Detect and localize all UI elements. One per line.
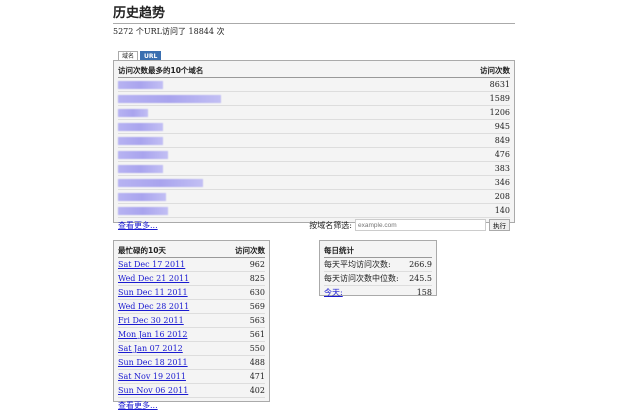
day-count: 962 xyxy=(249,260,265,269)
domain-count: 8631 xyxy=(489,80,510,89)
domain-row: 8631 xyxy=(118,78,510,92)
day-count: 569 xyxy=(249,302,265,311)
day-row: Mon Jan 16 2012 561 xyxy=(118,328,265,342)
busiest-days-panel: 最忙碌的10天 访问次数 Sat Dec 17 2011 962 Wed Dec 2… xyxy=(113,240,270,410)
domain-column-header: 访问次数最多的10个域名 xyxy=(118,65,204,75)
domain-count: 945 xyxy=(494,122,510,131)
day-link[interactable]: Fri Dec 30 2011 xyxy=(118,316,184,325)
domain-row: 140 xyxy=(118,204,510,218)
filter-label: 按域名筛选: xyxy=(309,220,352,230)
domain-link[interactable] xyxy=(118,122,163,131)
daily-stats-panel: 每日统计 每天平均访问次数: 266.9 每天访问次数中位数: 245.5 今天: 1… xyxy=(319,240,437,299)
top-domains-panel: 访问次数最多的10个域名 访问次数 8631 1589 1206 945 849 476 3… xyxy=(113,60,515,231)
domain-link[interactable] xyxy=(118,80,163,89)
day-link[interactable]: Wed Dec 21 2011 xyxy=(118,274,189,283)
domain-link[interactable] xyxy=(118,150,168,159)
domain-count: 346 xyxy=(494,178,510,187)
median-row: 每天访问次数中位数: 245.5 xyxy=(324,272,432,286)
domain-link[interactable] xyxy=(118,136,163,145)
summary-text: 5272 个URL访问了 18844 次 xyxy=(113,27,225,36)
filter-execute-button[interactable]: 执行 xyxy=(489,219,510,231)
today-link[interactable]: 今天: xyxy=(324,287,343,298)
avg-row: 每天平均访问次数: 266.9 xyxy=(324,258,432,272)
more-days-link[interactable]: 查看更多... xyxy=(118,400,158,411)
day-count: 825 xyxy=(249,274,265,283)
median-label: 每天访问次数中位数: xyxy=(324,274,399,283)
today-value: 158 xyxy=(416,288,432,297)
count-column-header: 访问次数 xyxy=(480,65,510,75)
day-row: Wed Dec 28 2011 569 xyxy=(118,300,265,314)
domain-count: 383 xyxy=(494,164,510,173)
domain-filter-input[interactable] xyxy=(355,219,486,231)
day-row: Sat Nov 19 2011 471 xyxy=(118,370,265,384)
day-link[interactable]: Sat Dec 17 2011 xyxy=(118,260,185,269)
domain-count: 476 xyxy=(494,150,510,159)
median-value: 245.5 xyxy=(409,274,432,283)
domain-row: 208 xyxy=(118,190,510,204)
domain-row: 383 xyxy=(118,162,510,176)
day-row: Wed Dec 21 2011 825 xyxy=(118,272,265,286)
page-title: 历史趋势 xyxy=(113,2,515,24)
day-link[interactable]: Sat Nov 19 2011 xyxy=(118,372,186,381)
domain-row: 1589 xyxy=(118,92,510,106)
domain-row: 945 xyxy=(118,120,510,134)
day-link[interactable]: Sun Dec 11 2011 xyxy=(118,288,188,297)
domain-count: 140 xyxy=(494,206,510,215)
day-count: 550 xyxy=(249,344,265,353)
day-count: 471 xyxy=(249,372,265,381)
day-count: 402 xyxy=(249,386,265,395)
table-header: 访问次数最多的10个域名 访问次数 xyxy=(118,63,510,78)
avg-value: 266.9 xyxy=(409,260,432,269)
domain-row: 1206 xyxy=(118,106,510,120)
domain-row: 476 xyxy=(118,148,510,162)
day-row: Sat Dec 17 2011 962 xyxy=(118,258,265,272)
domain-count: 1589 xyxy=(489,94,510,103)
day-link[interactable]: Sun Dec 18 2011 xyxy=(118,358,188,367)
domain-link[interactable] xyxy=(118,178,203,187)
day-column-header: 最忙碌的10天 xyxy=(118,245,166,255)
domain-link[interactable] xyxy=(118,206,168,215)
domain-row: 849 xyxy=(118,134,510,148)
day-count: 561 xyxy=(249,330,265,339)
day-row: Sun Dec 18 2011 488 xyxy=(118,356,265,370)
day-link[interactable]: Wed Dec 28 2011 xyxy=(118,302,189,311)
domain-count: 849 xyxy=(494,136,510,145)
domain-count: 208 xyxy=(494,192,510,201)
domains-footer: 查看更多... 按域名筛选: 执行 xyxy=(118,218,510,232)
more-domains-link[interactable]: 查看更多... xyxy=(118,220,158,231)
domain-count: 1206 xyxy=(489,108,510,117)
day-count: 630 xyxy=(249,288,265,297)
day-count: 488 xyxy=(249,358,265,367)
day-row: Fri Dec 30 2011 563 xyxy=(118,314,265,328)
avg-label: 每天平均访问次数: xyxy=(324,260,391,269)
domain-filter: 按域名筛选: 执行 xyxy=(309,219,510,231)
day-row: Sun Dec 11 2011 630 xyxy=(118,286,265,300)
day-link[interactable]: Mon Jan 16 2012 xyxy=(118,330,187,339)
daily-stats-header: 每日统计 xyxy=(324,243,432,258)
domain-row: 346 xyxy=(118,176,510,190)
day-count: 563 xyxy=(249,316,265,325)
domain-link[interactable] xyxy=(118,94,221,103)
domain-link[interactable] xyxy=(118,108,148,117)
domain-link[interactable] xyxy=(118,164,163,173)
day-link[interactable]: Sat Jan 07 2012 xyxy=(118,344,183,353)
table-header: 最忙碌的10天 访问次数 xyxy=(118,243,265,258)
today-row: 今天: 158 xyxy=(324,286,432,299)
domain-link[interactable] xyxy=(118,192,166,201)
day-row: Sat Jan 07 2012 550 xyxy=(118,342,265,356)
day-row: Sun Nov 06 2011 402 xyxy=(118,384,265,398)
count-column-header: 访问次数 xyxy=(235,245,265,255)
daily-stats-title: 每日统计 xyxy=(324,245,354,255)
day-link[interactable]: Sun Nov 06 2011 xyxy=(118,386,188,395)
